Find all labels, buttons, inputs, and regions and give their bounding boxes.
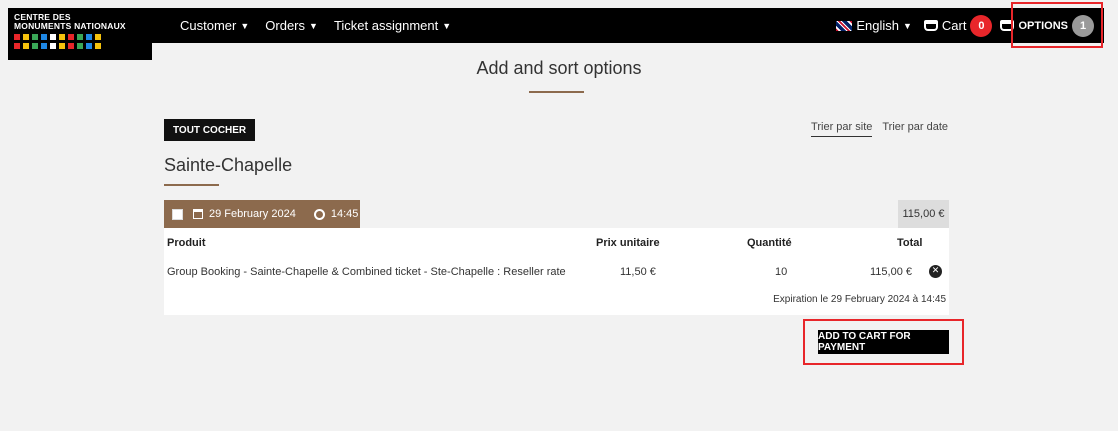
chevron-down-icon: ▼	[240, 20, 250, 31]
clock-icon	[313, 208, 325, 220]
logo-symbol-icon	[68, 43, 74, 49]
nav-right: English ▼ Cart 0 OPTIONS 1	[836, 8, 1104, 43]
options-label: OPTIONS	[1018, 19, 1068, 32]
options-count-badge: 1	[1072, 14, 1094, 37]
logo-symbol-icon	[95, 43, 101, 49]
logo-symbol-icon	[77, 34, 83, 40]
group-date: 29 February 2024	[209, 208, 296, 220]
remove-item-icon[interactable]: ✕	[929, 265, 942, 278]
basket-icon	[1000, 20, 1015, 31]
header-unit-price: Prix unitaire	[596, 237, 660, 249]
nav-ticket-assignment[interactable]: Ticket assignment ▼	[334, 18, 451, 33]
logo-symbols	[14, 43, 146, 49]
logo-line2: MONUMENTS NATIONAUX	[14, 21, 126, 31]
calendar-icon	[193, 209, 203, 219]
row-product: Group Booking - Sainte-Chapelle & Combin…	[167, 266, 566, 278]
logo-symbol-icon	[41, 43, 47, 49]
site-underline	[164, 184, 219, 186]
row-total: 115,00 €	[870, 266, 913, 278]
language-selector[interactable]: English ▼	[836, 18, 912, 33]
header-product: Produit	[167, 237, 206, 249]
options-link[interactable]: OPTIONS 1	[1000, 14, 1094, 37]
nav-customer[interactable]: Customer ▼	[180, 18, 249, 33]
language-label: English	[856, 18, 899, 33]
nav-customer-label: Customer	[180, 18, 237, 33]
logo-symbol-icon	[41, 34, 47, 40]
order-table: Produit Prix unitaire Quantité Total Gro…	[164, 228, 949, 315]
tout-cocher-button[interactable]: TOUT COCHER	[164, 119, 256, 141]
page-title: Add and sort options	[476, 58, 642, 78]
logo-symbols	[14, 34, 146, 40]
header-quantity: Quantité	[747, 237, 792, 249]
logo-symbol-icon	[32, 34, 38, 40]
site-heading: Sainte-Chapelle	[164, 155, 293, 175]
row-unit-price: 11,50 €	[620, 266, 656, 278]
nav-orders-label: Orders	[265, 18, 306, 33]
group-checkbox[interactable]	[172, 208, 183, 220]
logo-symbol-icon	[86, 43, 92, 49]
cart-count-badge: 0	[970, 14, 993, 37]
sort-options: Trier par site Trier par date	[811, 121, 948, 137]
top-navbar: Customer ▼ Orders ▼ Ticket assignment ▼ …	[8, 8, 1104, 43]
add-to-cart-button[interactable]: ADD TO CART FOR PAYMENT	[818, 330, 949, 354]
logo-symbol-icon	[86, 34, 92, 40]
nav-orders[interactable]: Orders ▼	[265, 18, 318, 33]
logo-symbol-icon	[14, 34, 20, 40]
logo-symbol-icon	[95, 34, 101, 40]
group-total: 115,00 €	[898, 200, 949, 228]
basket-icon	[923, 20, 938, 31]
group-time: 14:45	[330, 208, 359, 220]
row-quantity: 10	[775, 266, 788, 278]
chevron-down-icon: ▼	[903, 20, 912, 31]
logo-symbol-icon	[59, 34, 65, 40]
cart-label: Cart	[941, 18, 967, 33]
uk-flag-icon	[836, 20, 853, 31]
title-underline	[529, 91, 584, 93]
nav-ticket-label: Ticket assignment	[333, 18, 439, 33]
logo-symbol-icon	[50, 34, 56, 40]
logo-symbol-icon	[50, 43, 56, 49]
logo-symbol-icon	[32, 43, 38, 49]
logo-symbol-icon	[23, 43, 29, 49]
cart-link[interactable]: Cart 0	[923, 14, 993, 37]
cmn-logo[interactable]: CENTRE DES MONUMENTS NATIONAUX	[8, 8, 152, 60]
header-total: Total	[897, 237, 923, 249]
logo-symbol-icon	[59, 43, 65, 49]
chevron-down-icon: ▼	[442, 20, 452, 31]
date-group-header: 29 February 2024 14:45	[164, 200, 360, 228]
sort-by-date-link[interactable]: Trier par date	[882, 121, 948, 137]
chevron-down-icon: ▼	[309, 20, 318, 31]
logo-symbol-icon	[14, 43, 20, 49]
logo-symbol-icon	[77, 43, 83, 49]
sort-by-site-link[interactable]: Trier par site	[811, 121, 873, 137]
logo-symbol-icon	[23, 34, 29, 40]
main-nav: Customer ▼ Orders ▼ Ticket assignment ▼	[180, 8, 451, 43]
logo-symbol-icon	[68, 34, 74, 40]
expiration-text: Expiration le 29 February 2024 à 14:45	[773, 294, 946, 305]
